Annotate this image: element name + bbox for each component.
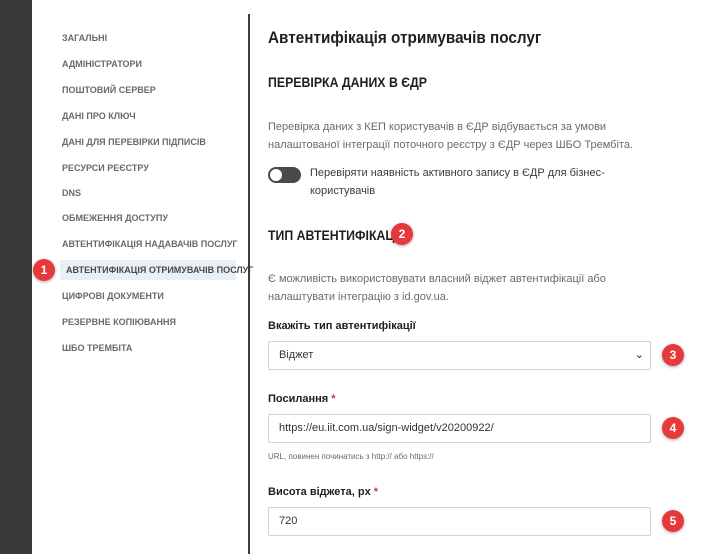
- sidebar-item-administrators[interactable]: Адміністратори: [62, 54, 142, 74]
- sidebar-item-signature-verification[interactable]: Дані для перевірки підписів: [62, 132, 206, 152]
- sidebar-item-trembita[interactable]: ШБО Трембіта: [62, 338, 132, 358]
- link-label-text: Посилання: [268, 393, 329, 405]
- edr-description: Перевірка даних з КЕП користувачів в ЄДР…: [268, 121, 633, 151]
- widget-height-value: 720: [279, 515, 298, 527]
- edr-section-title: ПЕРЕВІРКА ДАНИХ В ЄДР: [268, 74, 428, 90]
- widget-height-input[interactable]: 720: [268, 507, 651, 536]
- settings-content: Автентифікація отримувачів послуг ПЕРЕВІ…: [268, 0, 688, 554]
- toggle-knob: [270, 169, 282, 181]
- edr-check-toggle[interactable]: [268, 167, 301, 183]
- required-mark: *: [373, 486, 379, 498]
- link-input-value: https://eu.iit.com.ua/sign-widget/v20200…: [279, 422, 494, 434]
- settings-sidebar: Загальні Адміністратори Поштовий сервер …: [32, 0, 253, 554]
- sidebar-item-dns[interactable]: DNS: [62, 183, 81, 203]
- auth-type-select[interactable]: Віджет ⌄: [268, 341, 651, 370]
- sidebar-item-access-restrictions[interactable]: Обмеження доступу: [62, 208, 168, 228]
- auth-type-section-title: ТИП АВТЕНТИФІКАЦІЇ: [268, 227, 402, 243]
- annotation-marker-3: 3: [662, 344, 684, 366]
- annotation-marker-1: 1: [33, 259, 55, 281]
- sidebar-item-backup[interactable]: Резервне копіювання: [62, 312, 176, 332]
- app-left-strip: [0, 0, 32, 554]
- auth-description: Є можливість використовувати власний від…: [268, 273, 606, 303]
- required-mark: *: [331, 393, 336, 405]
- link-label: Посилання *: [268, 393, 336, 405]
- sidebar-item-provider-authentication[interactable]: Автентифікація надавачів послуг: [62, 234, 238, 254]
- chevron-down-icon: ⌄: [634, 349, 644, 361]
- sidebar-item-mail-server[interactable]: Поштовий сервер: [62, 80, 156, 100]
- annotation-marker-4: 4: [662, 417, 684, 439]
- link-input[interactable]: https://eu.iit.com.ua/sign-widget/v20200…: [268, 414, 651, 443]
- auth-type-selected-value: Віджет: [279, 349, 314, 361]
- sidebar-item-recipient-authentication[interactable]: Автентифікація отримувачів послуг: [60, 260, 253, 280]
- sidebar-item-digital-documents[interactable]: Цифрові документи: [62, 286, 164, 306]
- link-hint: URL, повинен починатись з http:// або ht…: [268, 452, 434, 461]
- sidebar-item-general[interactable]: Загальні: [62, 28, 107, 48]
- edr-check-row: Перевіряти наявність активного запису в …: [268, 164, 668, 204]
- widget-height-label: Висота віджета, px *: [268, 486, 378, 498]
- annotation-marker-5: 5: [662, 510, 684, 532]
- auth-type-label: Вкажіть тип автентифікації: [268, 320, 416, 332]
- edr-check-label: Перевіряти наявність активного запису в …: [310, 167, 605, 197]
- annotation-marker-2: 2: [391, 223, 413, 245]
- sidebar-item-key-data[interactable]: Дані про ключ: [62, 106, 136, 126]
- widget-height-label-text: Висота віджета, px: [268, 486, 371, 498]
- sidebar-divider: [248, 14, 250, 554]
- sidebar-item-registry-resources[interactable]: Ресурси реєстру: [62, 158, 149, 178]
- page-title: Автентифікація отримувачів послуг: [268, 28, 542, 47]
